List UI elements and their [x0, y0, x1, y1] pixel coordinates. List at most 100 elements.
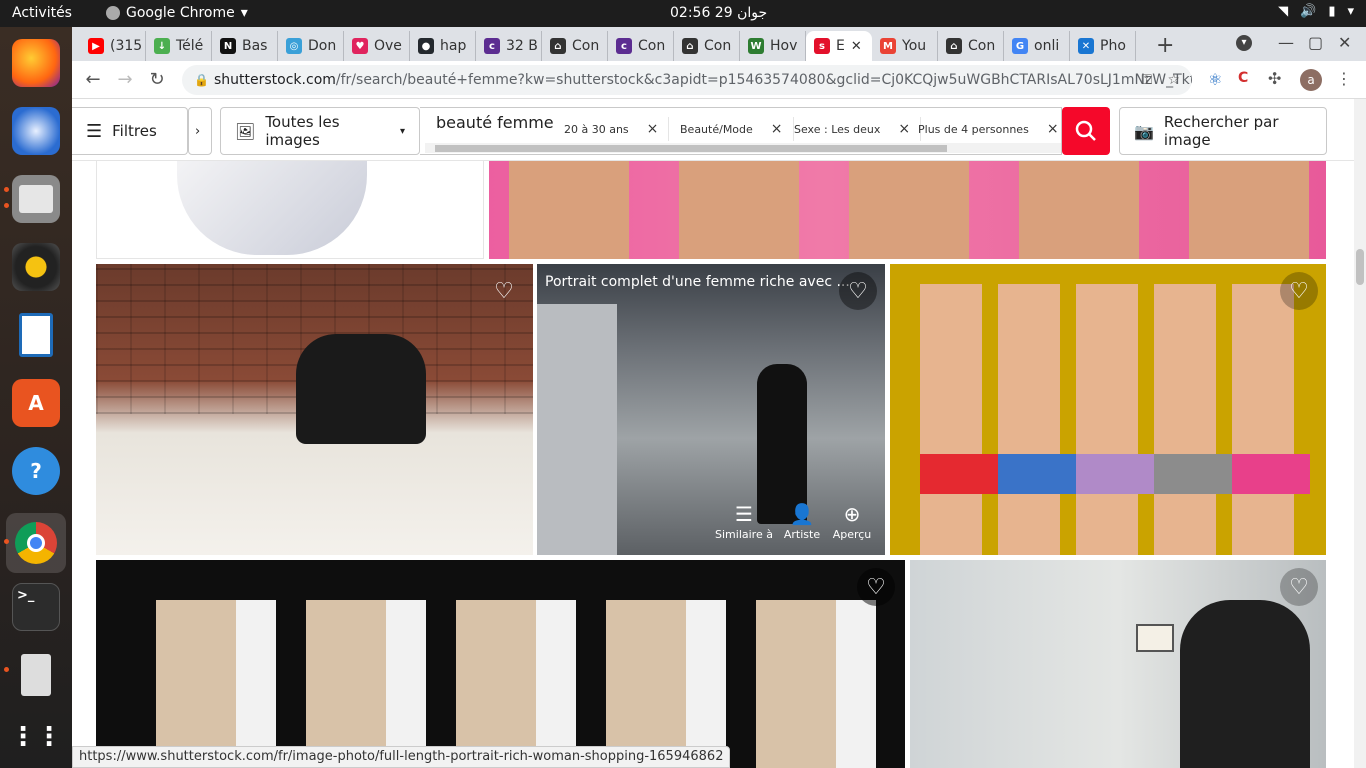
- tab-11[interactable]: s E ✕: [806, 31, 872, 61]
- extension-icon[interactable]: C: [1238, 70, 1248, 86]
- favorite-heart-icon[interactable]: ♡: [1280, 272, 1318, 310]
- menu-icon[interactable]: ⋮: [1336, 69, 1352, 88]
- running-indicator: [4, 539, 9, 544]
- back-button[interactable]: ←: [80, 67, 106, 93]
- tab-15[interactable]: ✕ Pho: [1070, 31, 1136, 61]
- react-devtools-icon[interactable]: ⚛: [1208, 70, 1222, 89]
- favicon-icon: ♥: [352, 38, 368, 54]
- filter-chip[interactable]: Sexe : Les deux ×: [784, 117, 922, 141]
- result-image-hairdresser[interactable]: ♡: [910, 560, 1326, 768]
- chrome-dock-icon[interactable]: [6, 513, 66, 573]
- tab-9[interactable]: ⌂ Con: [674, 31, 740, 61]
- preview-button[interactable]: ⊕ Aperçu: [822, 502, 882, 541]
- favicon-icon: G: [1012, 38, 1028, 54]
- rhythmbox-icon[interactable]: [12, 243, 60, 291]
- remove-chip-icon[interactable]: ×: [647, 121, 659, 137]
- image-type-select[interactable]: 🖼 Toutes les images ▾: [220, 107, 420, 155]
- page-scrollbar[interactable]: [1354, 99, 1366, 768]
- forward-button[interactable]: →: [112, 67, 138, 93]
- search-button[interactable]: [1062, 107, 1110, 155]
- favorite-heart-icon[interactable]: ♡: [857, 568, 895, 606]
- result-image-rich-woman[interactable]: Portrait complet d'une femme riche avec …: [537, 264, 885, 555]
- firefox-icon[interactable]: [12, 39, 60, 87]
- scrollbar-thumb[interactable]: [1356, 249, 1364, 285]
- favicon-icon: c: [616, 38, 632, 54]
- tab-4[interactable]: ♥ Ove: [344, 31, 410, 61]
- favorite-heart-icon[interactable]: ♡: [839, 272, 877, 310]
- tab-1[interactable]: ↓ Télé: [146, 31, 212, 61]
- chip-scrollbar[interactable]: [425, 143, 1061, 153]
- tab-0[interactable]: ▶ (315: [80, 31, 146, 61]
- favicon-icon: ↓: [154, 38, 170, 54]
- filters-button[interactable]: ☰ Filtres: [72, 107, 188, 155]
- remove-chip-icon[interactable]: ×: [771, 121, 783, 137]
- chip-label: Beauté/Mode: [680, 122, 753, 136]
- bookmark-star-icon[interactable]: ☆: [1167, 65, 1180, 95]
- chip-label: 20 à 30 ans: [564, 122, 629, 136]
- writer-icon[interactable]: [12, 311, 60, 359]
- tab-label: hap: [440, 38, 467, 54]
- reload-button[interactable]: ↻: [144, 67, 170, 93]
- minimize-button[interactable]: —: [1278, 33, 1294, 52]
- filter-chip[interactable]: 20 à 30 ans ×: [554, 117, 670, 141]
- key-icon[interactable]: ⚿: [1141, 65, 1152, 95]
- tab-label: Con: [572, 38, 600, 54]
- close-tab-icon[interactable]: ✕: [851, 39, 862, 54]
- filter-chip[interactable]: Beauté/Mode ×: [670, 117, 794, 141]
- app-menu[interactable]: Google Chrome ▾: [106, 5, 248, 21]
- tab-7[interactable]: ⌂ Con: [542, 31, 608, 61]
- maximize-button[interactable]: ▢: [1308, 33, 1323, 52]
- filter-bar: ☰ Filtres › 🖼 Toutes les images ▾ beauté…: [72, 99, 1354, 161]
- address-bar[interactable]: 🔒 shutterstock.com/fr/search/beauté+femm…: [182, 65, 1192, 95]
- app-grid-icon[interactable]: ⋮⋮: [10, 713, 62, 761]
- tab-8[interactable]: c Con: [608, 31, 674, 61]
- search-query[interactable]: beauté femme: [436, 113, 554, 132]
- result-image-lingerie-group[interactable]: ♡: [890, 264, 1326, 555]
- favicon-icon: ⌂: [946, 38, 962, 54]
- result-image-massage[interactable]: ♡: [96, 264, 533, 555]
- lock-icon: 🔒: [194, 73, 209, 87]
- image-icon: 🖼: [235, 121, 256, 141]
- archive-icon[interactable]: [12, 651, 60, 699]
- terminal-icon[interactable]: >_: [12, 583, 60, 631]
- filters-label: Filtres: [112, 122, 157, 140]
- tab-search-icon[interactable]: ▾: [1236, 35, 1252, 51]
- tab-10[interactable]: W Hov: [740, 31, 806, 61]
- result-image-smile[interactable]: [96, 159, 484, 259]
- system-tray[interactable]: ◥ 🔊 ▮ ▾: [1278, 4, 1354, 19]
- tab-5[interactable]: ● hap: [410, 31, 476, 61]
- search-by-image-button[interactable]: 📷 Rechercher par image: [1119, 107, 1327, 155]
- favicon-icon: ◎: [286, 38, 302, 54]
- profile-avatar[interactable]: a: [1300, 69, 1322, 91]
- tab-2[interactable]: N Bas: [212, 31, 278, 61]
- activities-button[interactable]: Activités: [12, 5, 72, 21]
- filter-chip[interactable]: Plus de 4 personnes ×: [908, 117, 1070, 141]
- favorite-heart-icon[interactable]: ♡: [485, 272, 523, 310]
- similar-label: Similaire à: [715, 528, 773, 541]
- scrollbar-thumb[interactable]: [435, 145, 947, 152]
- tab-12[interactable]: M You: [872, 31, 938, 61]
- favicon-icon: s: [814, 38, 830, 54]
- favorite-heart-icon[interactable]: ♡: [1280, 568, 1318, 606]
- favicon-icon: W: [748, 38, 764, 54]
- extensions-puzzle-icon[interactable]: ✣: [1268, 69, 1281, 88]
- clock[interactable]: 02:56 29 جوان: [670, 5, 767, 21]
- thunderbird-icon[interactable]: [12, 107, 60, 155]
- software-icon[interactable]: A: [12, 379, 60, 427]
- tab-3[interactable]: ◎ Don: [278, 31, 344, 61]
- tab-label: Hov: [770, 38, 798, 54]
- files-icon[interactable]: [12, 175, 60, 223]
- tab-6[interactable]: c 32 B: [476, 31, 542, 61]
- zoom-icon: ⊕: [843, 502, 861, 526]
- result-image-group-pink[interactable]: [489, 159, 1326, 259]
- volume-icon: 🔊: [1300, 4, 1317, 19]
- close-window-button[interactable]: ✕: [1338, 33, 1351, 52]
- tab-13[interactable]: ⌂ Con: [938, 31, 1004, 61]
- similar-button[interactable]: ☰ Similaire à: [714, 502, 774, 541]
- tab-14[interactable]: Gonli: [1004, 31, 1070, 61]
- os-top-bar: Activités Google Chrome ▾ 02:56 29 جوان …: [0, 0, 1366, 27]
- result-image-renaissance[interactable]: ♡: [96, 560, 905, 768]
- new-tab-button[interactable]: +: [1156, 33, 1174, 58]
- help-icon[interactable]: ?: [12, 447, 60, 495]
- filters-expand-button[interactable]: ›: [188, 107, 212, 155]
